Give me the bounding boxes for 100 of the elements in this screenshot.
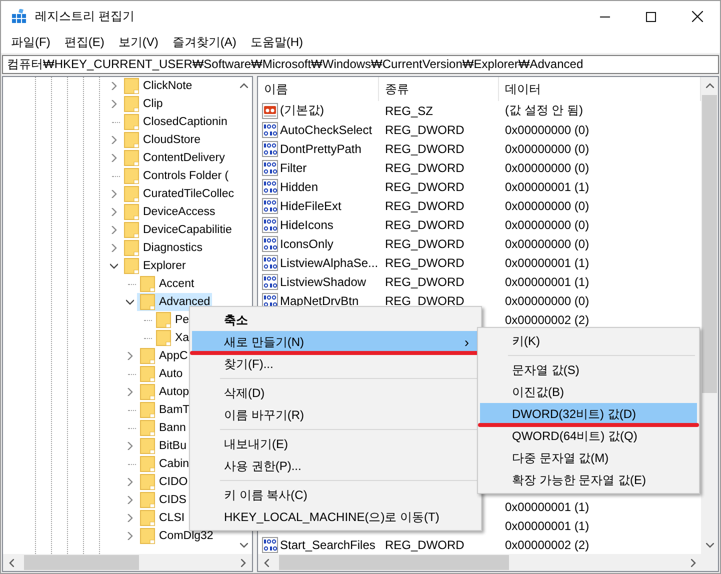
address-field[interactable]: 컴퓨터₩HKEY_CURRENT_USER₩Software₩Microsoft₩Windows₩CurrentVersion₩Explorer₩Advanced [2,55,719,74]
table-cell: REG_DWORD [385,198,464,212]
scrollbar-thumb[interactable] [279,555,509,570]
table-cell: REG_SZ [385,104,434,118]
tree-item[interactable]: CloudStore [121,131,203,149]
tree-item[interactable]: Cabin [137,455,192,473]
tree-item[interactable]: Accent [137,275,196,293]
collapse-icon[interactable] [110,262,118,270]
scroll-right-icon[interactable] [691,558,696,566]
expand-icon[interactable] [110,244,118,252]
tree-item[interactable]: BamT [137,401,192,419]
tree-item[interactable]: Pe [153,311,192,329]
menu-item[interactable]: 이름 바꾸기(R) [192,404,479,426]
tree-item[interactable]: Auto [137,365,185,383]
scrollbar-thumb[interactable] [24,555,139,570]
scroll-left-icon[interactable] [9,558,14,566]
column-header[interactable]: 이름 [258,77,379,101]
tree-item[interactable]: AppC [137,347,190,365]
expand-icon[interactable] [110,82,118,90]
binary-value-icon [262,140,278,156]
tree-item[interactable]: DeviceAccess [121,203,218,221]
table-cell: 0x00000001 (1) [505,180,590,194]
expand-icon[interactable] [126,514,134,522]
column-header[interactable]: 종류 [379,77,499,101]
tree-item[interactable]: Bann [137,419,188,437]
window-title: 레지스트리 편집기 [35,8,134,25]
menu-item[interactable]: HKEY_LOCAL_MACHINE(으)로 이동(T) [192,506,479,528]
expand-icon[interactable] [126,388,134,396]
table-cell: REG_DWORD [385,218,464,232]
expand-icon[interactable] [126,442,134,450]
tree-item[interactable]: Autop [137,383,192,401]
tree-item[interactable]: Clip [121,95,165,113]
menu-item[interactable]: 확장 가능한 문자열 값(E) [480,469,697,491]
tree-item[interactable]: Controls Folder ( [121,167,231,185]
expand-icon[interactable] [110,190,118,198]
menu-item[interactable]: 도움말(H) [243,32,310,52]
scroll-up-icon[interactable] [240,83,248,88]
expand-icon[interactable] [110,154,118,162]
table-cell: REG_DWORD [385,180,464,194]
scroll-left-icon[interactable] [264,558,269,566]
binary-value-icon [262,236,278,252]
tree-item[interactable]: ContentDelivery [121,149,227,167]
binary-value-icon [262,216,278,232]
table-cell: IconsOnly [280,236,334,250]
expand-icon[interactable] [110,136,118,144]
expand-icon[interactable] [126,532,134,540]
menu-item[interactable]: 새로 만들기(N) › [192,331,479,353]
menu-item[interactable]: 사용 권한(P)... [192,455,479,477]
table-cell: (기본값) [280,102,324,119]
tree-item[interactable]: DeviceCapabilitie [121,221,234,239]
menu-item[interactable]: 찾기(F)... [192,353,479,375]
table-cell: MapNetDrvBtn [280,294,359,308]
table-cell: 0x00000001 (1) [505,500,590,514]
expand-icon[interactable] [126,352,134,360]
menu-item[interactable]: 내보내기(E) [192,433,479,455]
tree-item[interactable]: CIDS [137,491,188,509]
menu-item[interactable]: DWORD(32비트) 값(D) [480,403,697,425]
collapse-icon[interactable] [126,298,134,306]
folder-icon [124,132,139,148]
tree-item[interactable]: Explorer [121,257,188,275]
menu-item[interactable]: 다중 문자열 값(M) [480,447,697,469]
close-icon [692,11,702,22]
expand-icon[interactable] [110,100,118,108]
table-cell: 0x00000000 (0) [505,160,590,174]
scroll-up-icon[interactable] [706,83,714,88]
scroll-down-icon[interactable] [706,543,714,548]
menu-item[interactable]: 키 이름 복사(C) [192,484,479,506]
binary-value-icon [262,274,278,290]
binary-value-icon [262,160,278,176]
table-cell: Start_SearchFiles [280,538,376,552]
tree-item[interactable]: ClosedCaptionin [121,113,230,131]
table-cell: 0x00000001 (1) [505,274,590,288]
tree-item[interactable]: BitBu [137,437,188,455]
menu-item[interactable]: 이진값(B) [480,381,697,403]
tree-item[interactable]: Diagnostics [121,239,204,257]
tree-item[interactable]: Advanced [137,293,212,311]
scroll-down-icon[interactable] [240,543,248,548]
tree-item[interactable]: CuratedTileCollec [121,185,235,203]
menu-item[interactable]: 편집(E) [57,32,112,52]
tree-item[interactable]: ClickNote [121,77,194,95]
expand-icon[interactable] [126,478,134,486]
tree-item[interactable]: CLSI [137,509,187,527]
menu-item[interactable]: 파일(F) [4,32,58,52]
tree-item[interactable]: CIDO [137,473,190,491]
menu-item[interactable]: 문자열 값(S) [480,359,697,381]
menu-item[interactable]: QWORD(64비트) 값(Q) [480,425,697,447]
menu-item[interactable]: 축소 [192,309,479,331]
tree-item[interactable]: ComDlg32 [137,527,216,545]
expand-icon[interactable] [110,208,118,216]
menu-item[interactable]: 보기(V) [111,32,166,52]
menu-item[interactable]: 삭제(D) [192,382,479,404]
binary-value-icon [262,254,278,270]
scrollbar-thumb[interactable] [702,95,717,393]
expand-icon[interactable] [110,226,118,234]
tree-item[interactable]: Xa [153,329,192,347]
menu-item[interactable]: 즐겨찾기(A) [165,32,244,52]
table-cell: 0x00000000 (0) [505,218,590,232]
scroll-right-icon[interactable] [241,558,246,566]
menu-item[interactable]: 키(K) [480,330,697,352]
expand-icon[interactable] [126,496,134,504]
